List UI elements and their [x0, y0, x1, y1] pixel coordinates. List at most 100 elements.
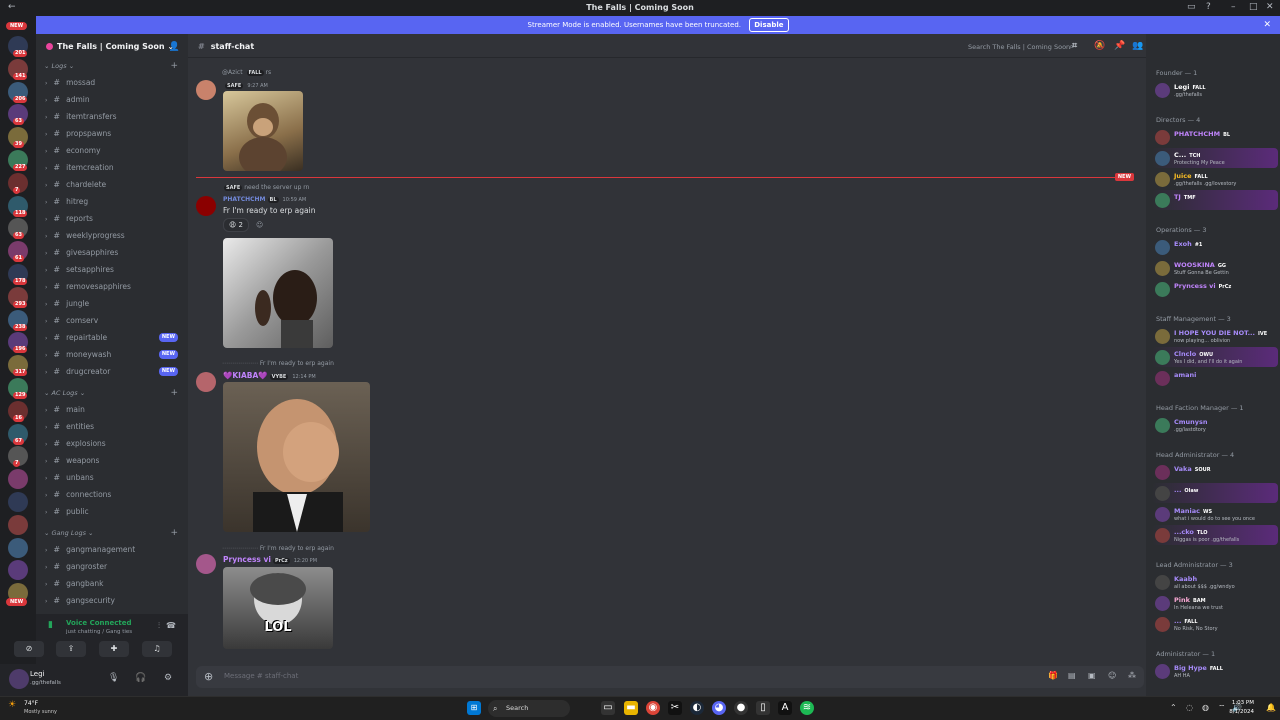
message-reply[interactable]: ⋯⋯⋯⋯⋯⋯ Fr I'm ready to erp again — [222, 545, 334, 552]
member-item[interactable]: ...cko TLO Niggas is poor .gg/thefalls — [1152, 525, 1278, 545]
channel-category[interactable]: ⌄ Logs ⌄ + — [36, 59, 188, 74]
member-item[interactable]: Vaka SOUR — [1152, 462, 1278, 482]
microphone-icon[interactable]: 🎙 — [108, 673, 119, 683]
channel-item[interactable]: › # repairtable NEW — [36, 329, 188, 346]
member-item[interactable]: Big Hype FALL AH HA — [1152, 661, 1278, 681]
member-item[interactable]: I HOPE YOU DIE NOT... IVE now playing... o… — [1152, 326, 1278, 346]
taskbar-search[interactable]: ⌕ Search — [488, 700, 570, 717]
disable-button[interactable]: Disable — [749, 18, 789, 32]
member-item[interactable]: Pryncess vi PrCz — [1152, 279, 1278, 299]
reaction[interactable]: 😩 2 — [223, 218, 249, 232]
channel-item[interactable]: › # mossad — [36, 74, 188, 91]
channel-item[interactable]: › # moneywash NEW — [36, 346, 188, 363]
member-item[interactable]: ... Olaw — [1152, 483, 1278, 503]
message-reply[interactable]: ⋯⋯⋯⋯⋯⋯ Fr I'm ready to erp again — [222, 360, 334, 367]
attach-plus-icon[interactable]: ⊕ — [204, 670, 213, 683]
member-item[interactable]: Kaabh all about $$$ .gg/wndyo — [1152, 572, 1278, 592]
channel-item[interactable]: › # main — [36, 401, 188, 418]
message-composer[interactable]: ⊕ Message # staff-chat 🎁 ▤ ▣ ☺ ⁂ — [196, 666, 1144, 688]
server-icon[interactable] — [8, 514, 28, 535]
selfie-image[interactable] — [223, 238, 333, 348]
add-channel-icon[interactable]: + — [170, 59, 178, 74]
camera-off-button[interactable]: ⊘ — [14, 641, 44, 657]
weather-temp[interactable]: 74°F — [24, 700, 38, 707]
channel-item[interactable]: › # givesapphires — [36, 244, 188, 261]
notepad-icon[interactable]: ▯ — [756, 701, 770, 715]
channel-item[interactable]: › # gangbank — [36, 575, 188, 592]
chevron-up-icon[interactable]: ⌃ — [1170, 703, 1177, 712]
search-input[interactable]: Search The Falls | Coming Soon ⌕ — [962, 40, 1080, 54]
screen-share-button[interactable]: ⇪ — [56, 641, 86, 657]
settings-gear-icon[interactable]: ⚙ — [164, 673, 172, 683]
member-item[interactable]: Juice FALL .gg/thefalls .gg/lovestory — [1152, 169, 1278, 189]
member-item[interactable]: C... TCH Protecting My Peace — [1152, 148, 1278, 168]
minimize-icon[interactable]: – — [1231, 2, 1236, 12]
tray-icon[interactable]: ◍ — [1202, 703, 1209, 712]
facepalm-gif[interactable] — [223, 382, 370, 532]
member-item[interactable]: Cmunysn .gg/lastdtory — [1152, 415, 1278, 435]
voice-channel[interactable]: just chatting / Gang ties — [66, 629, 132, 635]
channel-item[interactable]: › # jungle — [36, 295, 188, 312]
avatar[interactable] — [196, 196, 216, 216]
member-item[interactable]: Clnclo OWU Yes I did, and I'll do it again — [1152, 347, 1278, 367]
channel-item[interactable]: › # itemcreation — [36, 159, 188, 176]
message-author[interactable]: KIABA — [232, 371, 258, 380]
channel-item[interactable]: › # economy — [36, 142, 188, 159]
member-item[interactable]: Exoh #1 — [1152, 237, 1278, 257]
banner-close-icon[interactable]: ✕ — [1263, 16, 1271, 34]
member-item[interactable]: amani — [1152, 368, 1278, 388]
message-reply[interactable]: SAFE need the server up rn — [222, 184, 309, 191]
maximize-icon[interactable]: □ — [1249, 2, 1258, 12]
invite-icon[interactable]: 👤 — [169, 42, 180, 52]
add-channel-icon[interactable]: + — [170, 526, 178, 541]
member-item[interactable]: PHATCHCHM BL — [1152, 127, 1278, 147]
avatar[interactable] — [9, 669, 29, 689]
member-item[interactable]: Maniac WS what i would do to see you once — [1152, 504, 1278, 524]
channel-item[interactable]: › # removesapphires — [36, 278, 188, 295]
channel-item[interactable]: › # admin — [36, 91, 188, 108]
server-icon[interactable] — [8, 537, 28, 558]
noise-suppression-icon[interactable]: ⫶ — [158, 621, 160, 631]
disconnect-icon[interactable]: ☎ — [166, 621, 176, 630]
monkey-image[interactable] — [223, 91, 303, 171]
channel-item[interactable]: › # gangroster — [36, 558, 188, 575]
signal-icon[interactable]: ▮ — [48, 620, 60, 630]
apps-icon[interactable]: ⁂ — [1128, 671, 1136, 680]
channel-item[interactable]: › # drugcreator NEW — [36, 363, 188, 380]
server-icon[interactable] — [8, 560, 28, 581]
activities-button[interactable]: ✚ — [99, 641, 129, 657]
channel-item[interactable]: › # connections — [36, 486, 188, 503]
avatar[interactable] — [196, 372, 216, 392]
channel-item[interactable]: › # entities — [36, 418, 188, 435]
channel-item[interactable]: › # unbans — [36, 469, 188, 486]
server-header[interactable]: The Falls | Coming Soon ⌄ 👤 — [36, 34, 188, 58]
steam-icon[interactable]: ◐ — [690, 701, 704, 715]
server-icon[interactable] — [8, 492, 28, 512]
soundboard-button[interactable]: ♫ — [142, 641, 172, 657]
capcut-icon[interactable]: ✂ — [668, 701, 682, 715]
system-clock[interactable]: 1:03 PM 8/1/2024 — [1229, 699, 1254, 717]
channel-item[interactable]: › # propspawns — [36, 125, 188, 142]
windows-start-icon[interactable]: ⊞ — [467, 701, 481, 715]
headphones-icon[interactable]: 🎧 — [135, 673, 146, 683]
channel-category[interactable]: ⌄ Gang Logs ⌄ + — [36, 526, 188, 541]
avatar[interactable] — [196, 80, 216, 100]
channel-item[interactable]: › # weeklyprogress — [36, 227, 188, 244]
member-item[interactable]: ... FALL No Risk, No Story — [1152, 614, 1278, 634]
obs-icon[interactable]: ● — [734, 701, 748, 715]
gift-icon[interactable]: 🎁 — [1048, 671, 1058, 680]
channel-item[interactable]: › # hitreg — [36, 193, 188, 210]
channel-item[interactable]: › # chardelete — [36, 176, 188, 193]
server-icon[interactable] — [8, 469, 28, 490]
gif-icon[interactable]: ▤ — [1068, 671, 1076, 680]
discord-icon[interactable]: ◕ — [712, 701, 726, 715]
tray-icon[interactable]: ◌ — [1186, 703, 1193, 712]
channel-item[interactable]: › # reports — [36, 210, 188, 227]
help-icon[interactable]: ? — [1206, 2, 1211, 12]
member-item[interactable]: WOOSKINA GG Stuff Gonna Be Gettin — [1152, 258, 1278, 278]
message-author[interactable]: PHATCHCHM — [223, 196, 266, 203]
channel-item[interactable]: › # gangmanagement — [36, 541, 188, 558]
member-item[interactable]: Pink BAM In Heleana we trust — [1152, 593, 1278, 613]
message-reply[interactable]: @Azict FALL rs — [222, 69, 271, 76]
member-item[interactable]: TJ TMF — [1152, 190, 1278, 210]
